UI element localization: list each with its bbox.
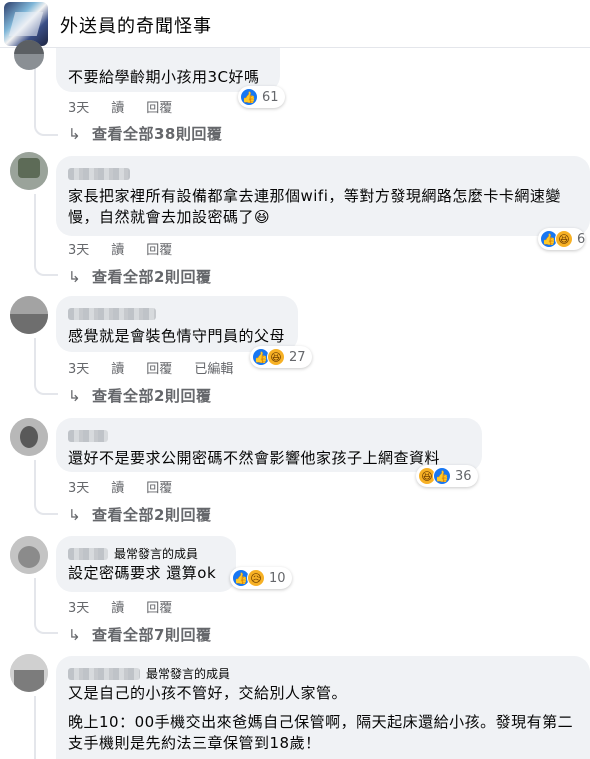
view-replies-label: 查看全部38則回覆 xyxy=(92,125,223,143)
read-label[interactable]: 讀 xyxy=(111,481,124,496)
read-label[interactable]: 讀 xyxy=(111,362,124,377)
comment-text: 還好不是要求公開密碼不然會影響他家孩子上網查資料 xyxy=(68,449,441,467)
comment-bubble: 還好不是要求公開密碼不然會影響他家孩子上網查資料 xyxy=(56,418,482,472)
view-replies-link[interactable]: ↳ 查看全部2則回覆 xyxy=(68,385,211,406)
reaction-count: 6 xyxy=(577,231,586,247)
reaction-count: 10 xyxy=(269,570,286,586)
reply-arrow-icon: ↳ xyxy=(68,125,82,143)
comment-time[interactable]: 3天 xyxy=(68,481,89,496)
thread-elbow xyxy=(34,262,58,276)
read-label[interactable]: 讀 xyxy=(111,101,124,116)
comment-meta: 3天 讀 回覆 已編輯 xyxy=(68,358,255,377)
reactions[interactable]: 👍 😆 27 xyxy=(250,346,312,368)
read-label[interactable]: 讀 xyxy=(111,601,124,616)
comment-text: 不要給學齡期小孩用3C好嗎 xyxy=(68,68,260,86)
avatar[interactable] xyxy=(10,296,48,334)
comment-text: 又是自己的小孩不管好，交給別人家管。 xyxy=(68,684,348,702)
haha-icon: 😆 xyxy=(555,230,573,248)
reactions[interactable]: 👍 61 xyxy=(238,86,285,108)
view-replies-link[interactable]: ↳ 查看全部7則回覆 xyxy=(68,624,211,645)
comment-bubble: 感覺就是會裝色情守門員的父母 xyxy=(56,296,298,352)
reactions[interactable]: 👍 😆 6 xyxy=(538,228,586,250)
commenter-name[interactable] xyxy=(68,167,130,180)
reaction-count: 61 xyxy=(262,89,279,105)
comment-text: 晚上10：00手機交出來爸媽自己保管啊，隔天起床還給小孩。發現有第二支手機則是先… xyxy=(68,713,574,752)
view-replies-link[interactable]: ↳ 查看全部2則回覆 xyxy=(68,504,211,525)
thread-line xyxy=(34,696,36,759)
reply-link[interactable]: 回覆 xyxy=(146,243,172,258)
reply-link[interactable]: 回覆 xyxy=(146,481,172,496)
view-replies-link[interactable]: ↳ 查看全部38則回覆 xyxy=(68,123,222,144)
reaction-count: 27 xyxy=(289,349,306,365)
reply-arrow-icon: ↳ xyxy=(68,387,82,405)
view-replies-label: 查看全部2則回覆 xyxy=(92,506,212,524)
thread-line xyxy=(34,338,36,384)
avatar[interactable] xyxy=(10,536,48,574)
comment-bubble: 最常發言的成員 設定密碼要求 還算ok xyxy=(56,536,236,592)
thread-elbow xyxy=(34,381,58,395)
comment-meta: 3天 讀 回覆 xyxy=(68,97,194,116)
comment-time[interactable]: 3天 xyxy=(68,243,89,258)
reply-arrow-icon: ↳ xyxy=(68,268,82,286)
comment-text: 家長把家裡所有設備都拿去連那個wifi，等對方發現網路怎麼卡卡網速變慢，自然就會… xyxy=(68,187,561,226)
commenter-name[interactable] xyxy=(68,429,108,442)
avatar[interactable] xyxy=(10,654,48,692)
reactions[interactable]: 👍 😥 10 xyxy=(230,567,292,589)
reactions[interactable]: 😆 👍 36 xyxy=(416,465,478,487)
reply-link[interactable]: 回覆 xyxy=(146,101,172,116)
commenter-name[interactable] xyxy=(68,547,108,560)
view-replies-label: 查看全部7則回覆 xyxy=(92,626,212,644)
comment-time[interactable]: 3天 xyxy=(68,362,89,377)
group-header: 外送員的奇聞怪事 xyxy=(0,0,590,48)
comment-meta: 3天 讀 回覆 xyxy=(68,597,194,616)
group-title[interactable]: 外送員的奇聞怪事 xyxy=(60,12,212,38)
view-replies-label: 查看全部2則回覆 xyxy=(92,268,212,286)
comment-time[interactable]: 3天 xyxy=(68,101,89,116)
comment-time[interactable]: 3天 xyxy=(68,601,89,616)
top-contributor-badge[interactable]: 最常發言的成員 xyxy=(146,665,230,682)
thread-line xyxy=(34,578,36,622)
avatar[interactable] xyxy=(10,418,48,456)
thread-elbow xyxy=(34,501,58,515)
avatar[interactable] xyxy=(10,152,48,190)
thread-line xyxy=(34,194,36,264)
top-contributor-badge[interactable]: 最常發言的成員 xyxy=(114,545,198,562)
reply-arrow-icon: ↳ xyxy=(68,506,82,524)
commenter-name[interactable] xyxy=(68,667,140,680)
reply-link[interactable]: 回覆 xyxy=(146,601,172,616)
thread-line xyxy=(34,460,36,504)
comment-bubble: 最常發言的成員 又是自己的小孩不管好，交給別人家管。 晚上10：00手機交出來爸… xyxy=(56,656,590,759)
comment-meta: 3天 讀 回覆 xyxy=(68,477,194,496)
thread-elbow xyxy=(34,620,58,634)
comment-bubble: 家長把家裡所有設備都拿去連那個wifi，等對方發現網路怎麼卡卡網速變慢，自然就會… xyxy=(56,156,590,236)
like-icon: 👍 xyxy=(433,467,451,485)
avatar[interactable] xyxy=(14,40,44,70)
reaction-count: 36 xyxy=(455,468,472,484)
comment-meta: 3天 讀 回覆 xyxy=(68,239,194,258)
thread-elbow xyxy=(34,122,58,136)
edited-label[interactable]: 已編輯 xyxy=(194,362,233,377)
like-icon: 👍 xyxy=(240,88,258,106)
reply-link[interactable]: 回覆 xyxy=(146,362,172,377)
view-replies-label: 查看全部2則回覆 xyxy=(92,387,212,405)
sad-icon: 😥 xyxy=(247,569,265,587)
thread-line xyxy=(34,62,36,122)
haha-icon: 😆 xyxy=(267,348,285,366)
commenter-name[interactable] xyxy=(68,307,156,320)
view-replies-link[interactable]: ↳ 查看全部2則回覆 xyxy=(68,266,211,287)
reply-arrow-icon: ↳ xyxy=(68,626,82,644)
read-label[interactable]: 讀 xyxy=(111,243,124,258)
comment-text: 設定密碼要求 還算ok xyxy=(68,564,217,582)
comment-text: 感覺就是會裝色情守門員的父母 xyxy=(68,327,286,345)
